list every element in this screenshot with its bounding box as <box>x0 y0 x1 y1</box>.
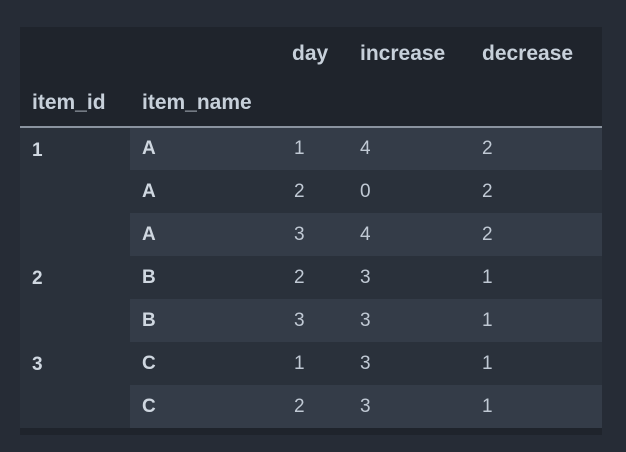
table-row: 1 A 1 4 2 <box>20 127 602 256</box>
dataframe-table: day increase decrease item_id item_name … <box>20 27 602 428</box>
increase-cell: 3 <box>348 299 470 342</box>
item-id-cell: 3 <box>20 342 130 428</box>
table-body: 1 A 1 4 2 A 2 0 2 A 3 4 2 2 B 2 3 1 B 3 … <box>20 127 602 428</box>
column-header-increase: increase <box>360 42 446 65</box>
decrease-cell: 2 <box>470 127 602 170</box>
decrease-cell: 2 <box>470 170 602 213</box>
index-header-item-name: item_name <box>142 90 252 114</box>
increase-cell: 3 <box>348 342 470 385</box>
increase-cell: 3 <box>348 256 470 299</box>
column-header-decrease: decrease <box>482 42 574 65</box>
index-header-item-id: item_id <box>32 90 106 114</box>
increase-cell: 4 <box>348 127 470 170</box>
table-row: 2 B 2 3 1 <box>20 256 602 342</box>
item-id-cell: 2 <box>20 256 130 342</box>
day-cell: 2 <box>282 256 348 299</box>
column-header-day: day <box>292 42 329 65</box>
increase-cell: 0 <box>348 170 470 213</box>
item-name-cell: B <box>130 299 282 342</box>
decrease-cell: 2 <box>470 213 602 256</box>
header-blank <box>470 77 602 127</box>
decrease-cell: 1 <box>470 342 602 385</box>
item-name-cell: A <box>130 127 282 170</box>
dataframe-output: day increase decrease item_id item_name … <box>20 27 602 435</box>
decrease-cell: 1 <box>470 256 602 299</box>
item-name-cell: C <box>130 385 282 428</box>
day-cell: 1 <box>282 127 348 170</box>
table-header: day increase decrease item_id item_name <box>20 27 602 127</box>
table-row: 3 C 1 3 1 <box>20 342 602 428</box>
header-blank <box>282 77 348 127</box>
item-id-cell: 1 <box>20 127 130 256</box>
header-blank <box>20 27 130 77</box>
day-cell: 1 <box>282 342 348 385</box>
decrease-cell: 1 <box>470 299 602 342</box>
decrease-cell: 1 <box>470 385 602 428</box>
increase-cell: 4 <box>348 213 470 256</box>
index-header-row: item_id item_name <box>20 77 602 127</box>
header-blank <box>348 77 470 127</box>
header-blank <box>130 27 282 77</box>
column-header-row: day increase decrease <box>20 27 602 77</box>
day-cell: 3 <box>282 213 348 256</box>
item-name-cell: B <box>130 256 282 299</box>
day-cell: 3 <box>282 299 348 342</box>
increase-cell: 3 <box>348 385 470 428</box>
item-name-cell: A <box>130 213 282 256</box>
item-name-cell: A <box>130 170 282 213</box>
item-name-cell: C <box>130 342 282 385</box>
day-cell: 2 <box>282 385 348 428</box>
day-cell: 2 <box>282 170 348 213</box>
